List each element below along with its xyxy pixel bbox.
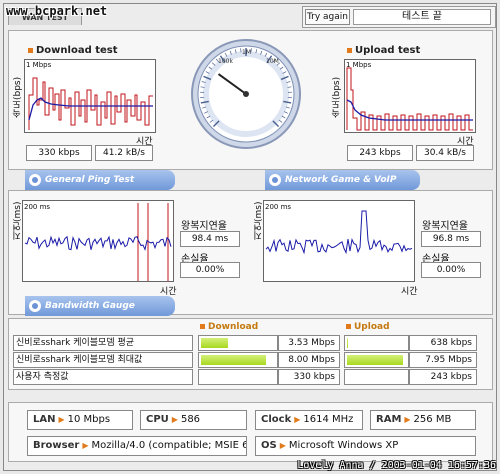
gauge-row-down-bar bbox=[198, 335, 278, 351]
upload-ylabel: 속도(bps) bbox=[332, 76, 342, 118]
download-scale: 1 Mbps bbox=[26, 61, 52, 69]
cpu-info: CPU ▶ 586 bbox=[140, 410, 247, 430]
gauge-fill bbox=[347, 355, 404, 365]
gauge-row-up-value: 7.95 Mbps bbox=[409, 352, 477, 368]
upload-plot bbox=[346, 67, 473, 131]
test-status: 테스트 끝 bbox=[353, 9, 491, 25]
gauge-download-header: Download bbox=[200, 322, 258, 332]
download-ylabel: 속도(bps) bbox=[13, 76, 23, 118]
gauge-row-label: 신비로sshark 케이블모뎀 평균 bbox=[13, 335, 193, 351]
clock-info: Clock ▶ 1614 MHz bbox=[255, 410, 363, 430]
watermark: www.bcpark.net bbox=[6, 4, 108, 18]
gauge-row-up-value: 243 kbps bbox=[409, 369, 477, 385]
download-speed: 330 kbps bbox=[26, 145, 92, 161]
game-xlabel: 시간 bbox=[401, 287, 418, 297]
game-test-header[interactable]: Network Game & VoIP Test bbox=[265, 170, 420, 205]
gauge-row-up-bar bbox=[344, 369, 409, 385]
gauge-row-up-bar bbox=[344, 352, 409, 368]
upload-speed: 243 kbps bbox=[347, 145, 413, 161]
gauge-row-down-bar bbox=[198, 352, 278, 368]
ping-plot bbox=[24, 203, 172, 281]
gauge-fill bbox=[201, 355, 266, 365]
game-loss: 0.00% bbox=[421, 262, 481, 278]
ping-graph bbox=[22, 200, 174, 282]
game-scale: 200 ms bbox=[265, 203, 292, 211]
gauge-fill bbox=[201, 338, 229, 348]
gauge-label-1m: 1M bbox=[242, 49, 251, 56]
ping-latency-label: 왕복지연율 bbox=[181, 221, 227, 232]
gauge-upload-header: Upload bbox=[346, 322, 390, 332]
gauge-row-down-value: 330 kbps bbox=[278, 369, 340, 385]
upload-rate: 30.4 kB/s bbox=[416, 145, 474, 161]
download-rate: 41.2 kB/s bbox=[95, 145, 153, 161]
gauge-row-label: 신비로sshark 케이블모뎀 최대값 bbox=[13, 352, 193, 368]
gauge-row-up-bar bbox=[344, 335, 409, 351]
gauge-fill bbox=[347, 338, 349, 348]
ping-loss: 0.00% bbox=[180, 262, 240, 278]
os-info: OS ▶ Microsoft Windows XP bbox=[255, 436, 476, 456]
upload-graph bbox=[344, 59, 476, 133]
game-latency: 96.8 ms bbox=[421, 231, 481, 247]
ping-scale: 200 ms bbox=[24, 203, 51, 211]
upload-scale: 1 Mbps bbox=[346, 61, 372, 69]
gauge-row-down-value: 8.00 Mbps bbox=[278, 352, 340, 368]
gauge-row-down-value: 3.53 Mbps bbox=[278, 335, 340, 351]
footer-caption: Lovely Anna / 2003-01-04 16:57:36 bbox=[297, 460, 496, 471]
speedometer-dial: 100k 1M 10M bbox=[191, 39, 301, 149]
game-latency-label: 왕복지연율 bbox=[422, 221, 468, 232]
gauge-label-10m: 10M bbox=[266, 58, 279, 65]
bandwidth-gauge-header[interactable]: Bandwidth Gauge bbox=[25, 296, 175, 316]
game-graph bbox=[263, 200, 415, 282]
gauge-row-label: 사용자 측정값 bbox=[13, 369, 193, 385]
try-again-button[interactable]: Try again bbox=[305, 9, 350, 25]
lan-info: LAN ▶ 10 Mbps bbox=[27, 410, 133, 430]
ping-test-header[interactable]: General Ping Test bbox=[25, 170, 175, 190]
gauge-row-up-value: 638 kbps bbox=[409, 335, 477, 351]
gauge-row-down-bar bbox=[198, 369, 278, 385]
download-graph bbox=[24, 59, 156, 133]
download-plot bbox=[28, 77, 153, 130]
upload-title: Upload test bbox=[347, 45, 420, 56]
gauge-label-100k: 100k bbox=[218, 58, 233, 65]
speedometer: 100k 1M 10M bbox=[190, 38, 302, 150]
game-plot bbox=[265, 210, 413, 255]
ram-info: RAM ▶ 256 MB bbox=[370, 410, 476, 430]
browser-info: Browser ▶ Mozilla/4.0 (compatible; MSIE 6.… bbox=[27, 436, 247, 456]
download-title: Download test bbox=[28, 45, 118, 56]
ping-latency: 98.4 ms bbox=[180, 231, 240, 247]
